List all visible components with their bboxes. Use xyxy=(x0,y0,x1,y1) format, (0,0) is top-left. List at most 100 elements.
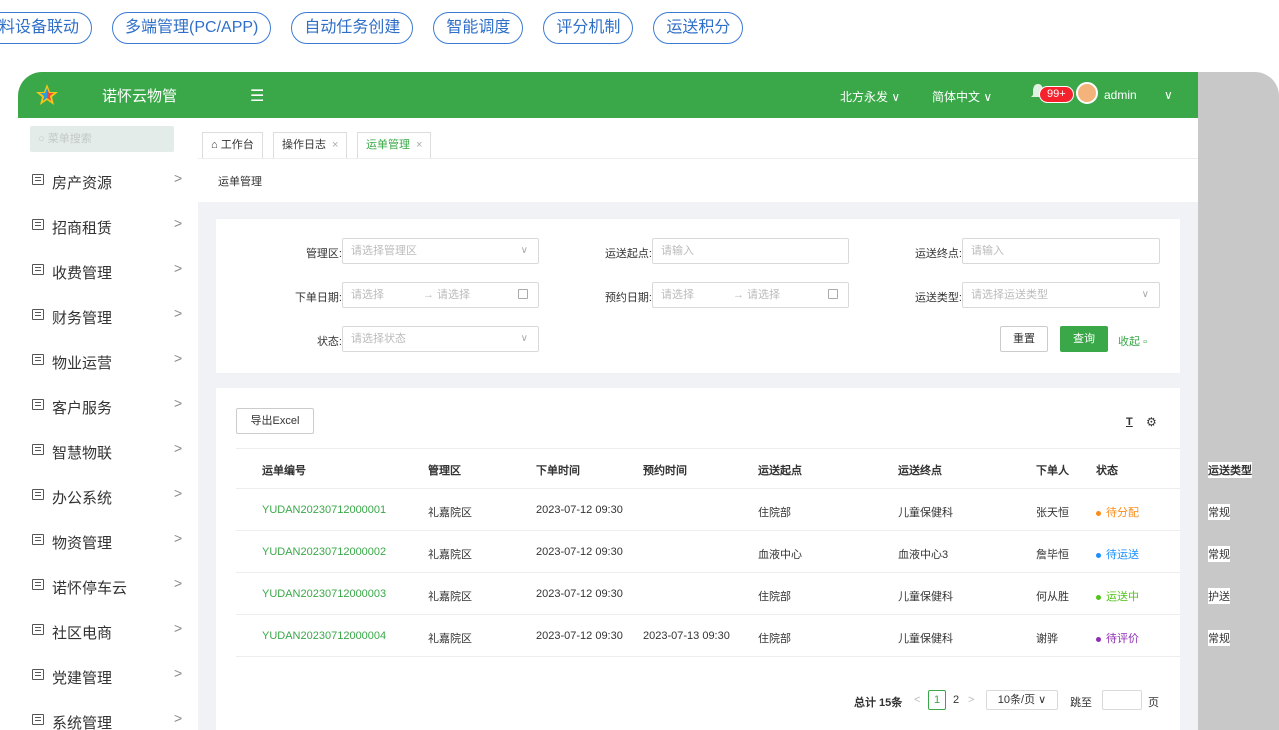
feature-pill: 自动任务创建 xyxy=(291,12,414,44)
column-header: 状态 xyxy=(1096,465,1118,477)
export-excel-button[interactable]: 导出Excel xyxy=(236,408,314,434)
brand-name: 诺怀云物管 xyxy=(102,88,178,105)
table-cell: 2023-07-13 09:30 xyxy=(643,630,730,642)
sidebar-item[interactable]: 客户服务 > xyxy=(18,385,198,429)
chevron-right-icon: > xyxy=(174,215,183,231)
type-label: 运送类型: xyxy=(914,292,962,304)
sidebar-item[interactable]: 财务管理 > xyxy=(18,295,198,339)
jump-label: 跳至 xyxy=(1070,697,1092,709)
search-icon: ○ xyxy=(38,133,48,145)
sidebar-item[interactable]: 物业运营 > xyxy=(18,340,198,384)
table-cell: 礼嘉院区 xyxy=(428,633,472,645)
start-input[interactable]: 请输入 xyxy=(652,238,849,264)
tab-waybill-management[interactable]: 运单管理 × xyxy=(357,132,432,158)
table-cell: 住院部 xyxy=(758,591,791,603)
feature-pills: 料设备联动 多端管理(PC/APP) 自动任务创建 智能调度 评分机制 运送积分 xyxy=(0,12,744,44)
sidebar-item-label: 物业运营 xyxy=(52,355,113,372)
feature-pill: 智能调度 xyxy=(433,12,524,44)
status-dot-icon xyxy=(1096,510,1101,516)
calendar-icon xyxy=(828,289,838,299)
table-cell: 何从胜 xyxy=(1036,591,1069,603)
close-icon[interactable]: × xyxy=(416,139,422,151)
sidebar-item[interactable]: 系统管理 > xyxy=(18,700,198,730)
appt-date-range[interactable]: 请选择 → 请选择 xyxy=(652,282,849,308)
order-date-label: 下单日期: xyxy=(294,292,342,304)
sidebar-item[interactable]: 房产资源 > xyxy=(18,160,198,204)
menu-toggle-icon[interactable]: ☰ xyxy=(250,86,264,106)
table-cell: 谢骅 xyxy=(1036,633,1058,645)
divider xyxy=(236,448,1180,449)
table-cell: 詹毕恒 xyxy=(1036,549,1069,561)
menu-item-icon xyxy=(32,624,44,635)
sidebar-item[interactable]: 招商租赁 > xyxy=(18,205,198,249)
page-size-select[interactable]: 10条/页 ∨ xyxy=(986,690,1058,710)
area-select[interactable]: 请选择管理区 ∨ xyxy=(342,238,539,264)
user-name[interactable]: admin xyxy=(1104,88,1137,102)
chevron-right-icon: > xyxy=(174,305,183,321)
table-cell: 2023-07-12 09:30 xyxy=(536,546,623,558)
tab-operation-log[interactable]: 操作日志 × xyxy=(273,132,348,158)
table-cell: 常规 xyxy=(1208,504,1230,520)
org-selector[interactable]: 北方永发 ∨ xyxy=(840,88,900,105)
table-cell: 血液中心 xyxy=(758,549,802,561)
placeholder: 请选择 xyxy=(661,289,694,301)
waybill-id-link[interactable]: YUDAN20230712000002 xyxy=(262,546,386,558)
sidebar-item[interactable]: 社区电商 > xyxy=(18,610,198,654)
notification-badge[interactable]: 99+ xyxy=(1039,86,1074,103)
tab-bar: ⌂ 工作台 操作日志 × 运单管理 × xyxy=(198,118,1198,158)
brand-logo-icon xyxy=(36,84,58,105)
prev-page-icon[interactable]: < xyxy=(914,694,920,706)
chevron-right-icon: > xyxy=(174,170,183,186)
status-text: 运送中 xyxy=(1106,591,1139,603)
type-select[interactable]: 请选择运送类型 ∨ xyxy=(962,282,1160,308)
placeholder: 请选择运送类型 xyxy=(971,289,1048,301)
user-menu-chevron-icon[interactable]: ∨ xyxy=(1164,88,1173,102)
end-input[interactable]: 请输入 xyxy=(962,238,1160,264)
menu-item-icon xyxy=(32,399,44,410)
jump-page-input[interactable] xyxy=(1102,690,1142,710)
query-button[interactable]: 查询 xyxy=(1060,326,1108,352)
chevron-right-icon: > xyxy=(174,620,183,636)
status-text: 待分配 xyxy=(1106,507,1139,519)
sidebar-item[interactable]: 诺怀停车云 > xyxy=(18,565,198,609)
status-select[interactable]: 请选择状态 ∨ xyxy=(342,326,539,352)
close-icon[interactable]: × xyxy=(332,139,338,151)
collapse-link[interactable]: 收起 ▫ xyxy=(1118,333,1147,349)
waybill-id-link[interactable]: YUDAN20230712000004 xyxy=(262,630,386,642)
sidebar-item[interactable]: 智慧物联 > xyxy=(18,430,198,474)
menu-search-input[interactable]: ○ 菜单搜索 xyxy=(30,126,174,152)
waybill-id-link[interactable]: YUDAN20230712000001 xyxy=(262,504,386,516)
status-text: 待运送 xyxy=(1106,549,1139,561)
page-1-button[interactable]: 1 xyxy=(928,690,946,710)
table-cell: 住院部 xyxy=(758,633,791,645)
sidebar-item[interactable]: 党建管理 > xyxy=(18,655,198,699)
feature-pill: 多端管理(PC/APP) xyxy=(112,12,272,44)
calendar-icon xyxy=(518,289,528,299)
sidebar-item-label: 智慧物联 xyxy=(52,445,113,462)
sidebar-item[interactable]: 物资管理 > xyxy=(18,520,198,564)
placeholder: 请输入 xyxy=(661,245,694,257)
waybill-id-link[interactable]: YUDAN20230712000003 xyxy=(262,588,386,600)
status-dot-icon xyxy=(1096,552,1101,558)
sidebar-item[interactable]: 收费管理 > xyxy=(18,250,198,294)
table-cell: 血液中心3 xyxy=(898,549,949,561)
table-cell: 2023-07-12 09:30 xyxy=(536,504,623,516)
order-date-range[interactable]: 请选择 → 请选择 xyxy=(342,282,539,308)
tab-workbench[interactable]: ⌂ 工作台 xyxy=(202,132,263,158)
page-2-button[interactable]: 2 xyxy=(953,694,959,706)
menu-item-icon xyxy=(32,444,44,455)
sidebar-item[interactable]: 办公系统 > xyxy=(18,475,198,519)
sidebar-item-label: 诺怀停车云 xyxy=(52,580,128,597)
next-page-icon[interactable]: > xyxy=(968,694,974,706)
settings-icon[interactable]: ⚙ xyxy=(1146,415,1157,429)
menu-item-icon xyxy=(32,264,44,275)
column-header: 运送起点 xyxy=(758,465,802,477)
language-selector[interactable]: 简体中文 ∨ xyxy=(932,88,992,105)
sidebar-item-label: 房产资源 xyxy=(52,175,113,192)
table-cell: 常规 xyxy=(1208,546,1230,562)
column-header: 运单编号 xyxy=(262,465,306,477)
density-icon[interactable]: T xyxy=(1126,416,1133,428)
status-badge: 待分配 xyxy=(1096,504,1139,520)
avatar[interactable] xyxy=(1076,82,1098,104)
reset-button[interactable]: 重置 xyxy=(1000,326,1048,352)
